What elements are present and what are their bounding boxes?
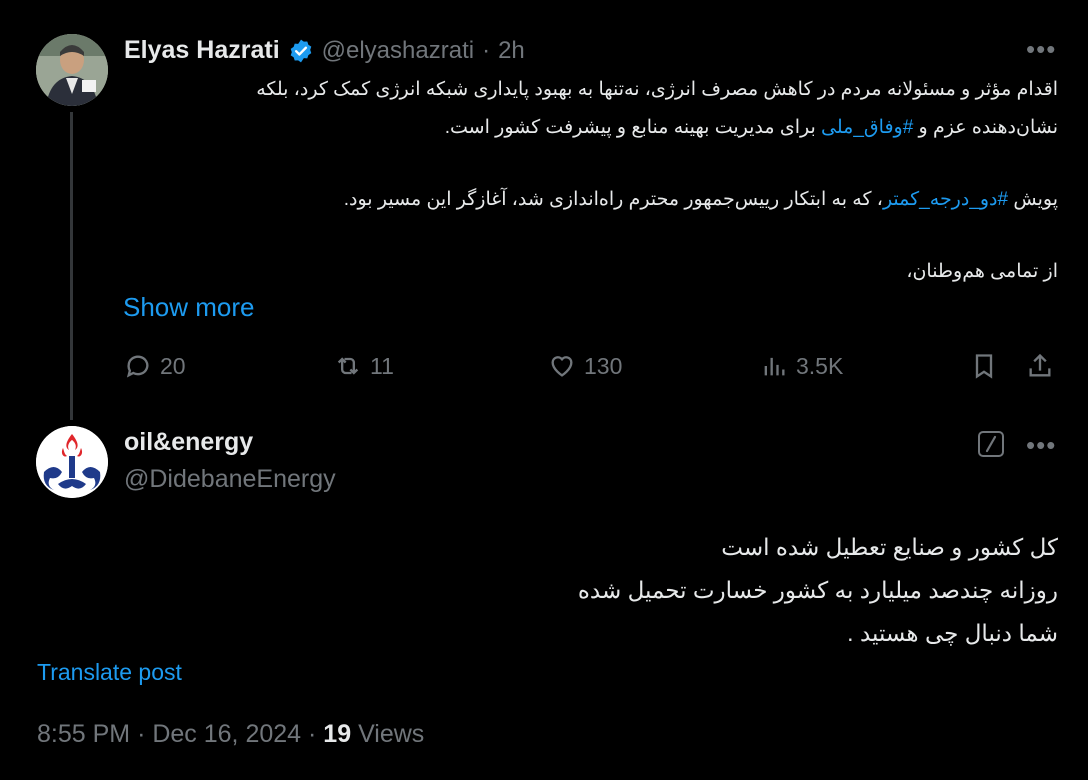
views-button[interactable]: 3.5K	[760, 348, 843, 384]
post-time[interactable]: 8:55 PM	[37, 720, 130, 748]
tweet-text-line: پویش #دو_درجه_کمتر، که به ابتکار رییس‌جم…	[344, 182, 1058, 218]
views-count: 19	[323, 720, 352, 748]
text-segment: نشان‌دهنده عزم و	[913, 117, 1058, 138]
tweet-text-line: شما دنبال چی هستید .	[847, 620, 1058, 646]
like-button[interactable]: 130	[548, 348, 622, 384]
repost-button[interactable]: 11	[334, 348, 394, 384]
author-handle[interactable]: @elyashazrati	[322, 37, 474, 65]
more-options-icon[interactable]: •••	[1026, 34, 1056, 65]
tweet-text: کل کشور و صنایع تعطیل شده است روزانه چند…	[578, 526, 1058, 655]
avatar[interactable]	[36, 34, 108, 106]
hashtag-link[interactable]: #دو_درجه_کمتر	[883, 189, 1008, 210]
repost-icon	[337, 357, 359, 375]
tweet-text-line: اقدام مؤثر و مسئولانه مردم در کاهش مصرف …	[256, 79, 1058, 100]
analytics-icon	[764, 357, 785, 376]
reply-count: 20	[160, 352, 186, 379]
tweet-text-line: نشان‌دهنده عزم و #وفاق_ملی برای مدیریت ب…	[445, 110, 1058, 146]
tweet-header: Elyas Hazrati @elyashazrati · 2h	[124, 36, 525, 65]
avatar[interactable]	[36, 426, 108, 498]
text-segment: ، که به ابتکار رییس‌جمهور محترم راه‌اندا…	[343, 189, 883, 210]
post-time[interactable]: 2h	[498, 37, 525, 65]
tweet-text-line: از تمامی هم‌وطنان،	[906, 261, 1058, 282]
repost-count: 11	[370, 352, 394, 379]
author-name[interactable]: Elyas Hazrati	[124, 36, 280, 65]
show-more-link[interactable]: Show more	[123, 292, 255, 323]
profile-photo	[36, 34, 108, 106]
tweet-text-line: روزانه چندصد میلیارد به کشور خسارت تحمیل…	[577, 577, 1058, 603]
author-name[interactable]: oil&energy	[124, 428, 253, 457]
text-segment: برای مدیریت بهینه منابع و پیشرفت کشور اس…	[444, 117, 822, 138]
bookmark-button[interactable]	[970, 348, 998, 384]
separator-dot: ·	[482, 36, 491, 64]
reply-button[interactable]: 20	[124, 348, 186, 384]
oil-company-logo-icon	[36, 426, 108, 498]
grok-icon[interactable]	[977, 430, 1005, 458]
share-icon	[1029, 353, 1051, 377]
text-segment: پویش	[1008, 189, 1058, 210]
share-button[interactable]	[1026, 348, 1054, 384]
views-label: Views	[358, 720, 425, 748]
more-options-icon[interactable]: •••	[1026, 430, 1056, 461]
tweet-text-line: کل کشور و صنایع تعطیل شده است	[721, 534, 1058, 560]
post-meta: 8:55 PM · Dec 16, 2024 · 19 Views	[37, 720, 424, 749]
bookmark-icon	[975, 354, 993, 379]
author-handle[interactable]: @DidebaneEnergy	[124, 465, 336, 494]
heart-icon	[551, 356, 573, 377]
hashtag-link[interactable]: #وفاق_ملی	[821, 117, 913, 138]
thread-line	[70, 112, 73, 420]
separator-dot: ·	[308, 720, 317, 748]
view-count: 3.5K	[796, 352, 844, 379]
separator-dot: ·	[137, 720, 146, 748]
post-date[interactable]: Dec 16, 2024	[152, 720, 301, 748]
verified-badge-icon	[290, 39, 311, 62]
reply-icon	[126, 355, 149, 378]
like-count: 130	[584, 352, 623, 379]
translate-post-link[interactable]: Translate post	[37, 659, 182, 686]
